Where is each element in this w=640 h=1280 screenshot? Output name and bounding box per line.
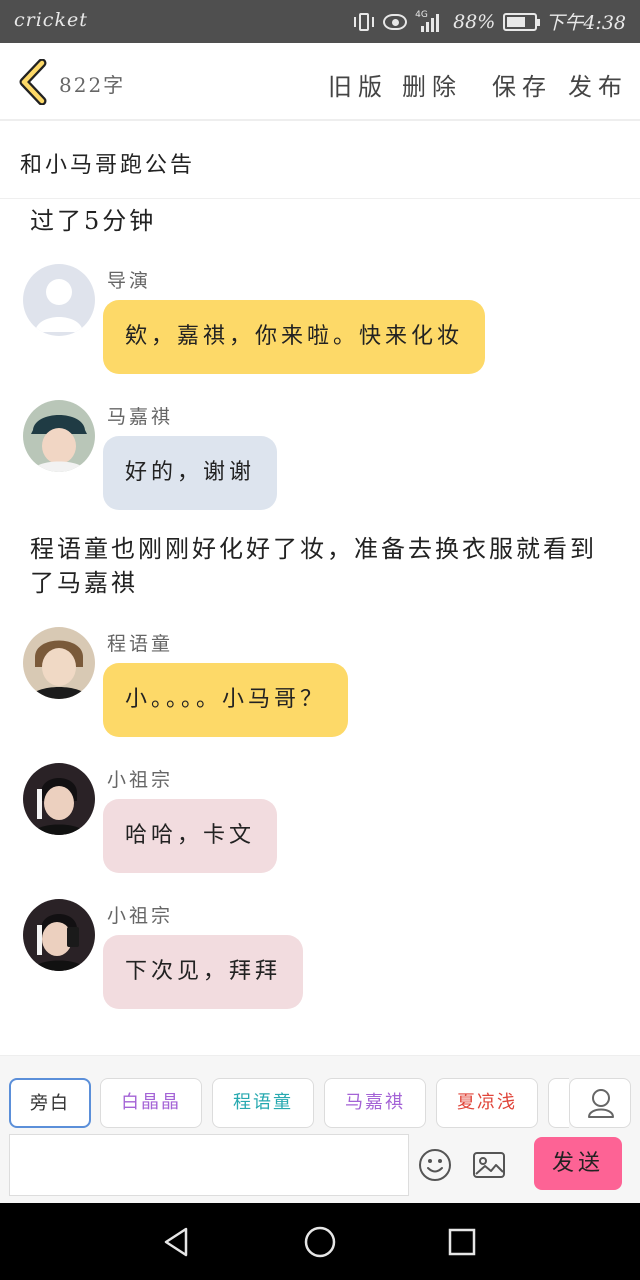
narration-text: 程语童也刚刚好化好了妆，准备去换衣服就看到了马嘉祺	[30, 535, 597, 597]
recents-square-icon[interactable]	[445, 1225, 479, 1259]
back-chevron-icon[interactable]	[16, 59, 50, 105]
back-triangle-icon[interactable]	[160, 1225, 194, 1259]
avatar-default	[23, 264, 95, 336]
story-title: 和小马哥跑公告	[20, 153, 196, 178]
story-title-field[interactable]: 和小马哥跑公告	[0, 123, 640, 199]
system-nav-bar	[0, 1203, 640, 1280]
speaker-name: 马嘉祺	[107, 406, 174, 428]
character-chip[interactable]: 程语童	[212, 1078, 314, 1128]
emoji-icon[interactable]	[418, 1148, 452, 1182]
avatar-photo	[23, 400, 95, 472]
message-bubble: 哈哈，卡文	[103, 799, 278, 873]
save-button[interactable]: 保存	[492, 67, 552, 102]
word-count: 822字	[59, 73, 126, 97]
delete-button[interactable]: 删除	[402, 67, 462, 102]
character-chip[interactable]: 白晶晶	[100, 1078, 202, 1128]
character-selector[interactable]: 旁白 白晶晶 程语童 马嘉祺 夏凉浅	[9, 1078, 569, 1130]
speaker-name: 程语童	[107, 633, 174, 655]
old-version-button[interactable]: 旧版	[328, 67, 388, 102]
speaker-name: 导演	[107, 270, 152, 292]
message-bubble: 小。。。。小马哥？	[103, 663, 349, 737]
publish-button[interactable]: 发布	[568, 67, 628, 102]
character-chip[interactable]: 马嘉祺	[324, 1078, 426, 1128]
send-button[interactable]: 发送	[534, 1137, 622, 1190]
message-bubble: 欸，嘉祺，你来啦。快来化妆	[103, 300, 486, 374]
story-content[interactable]: 过了5分钟 导演 欸，嘉祺，你来啦。快来化妆 马嘉祺 好的，谢谢 程语童也刚刚好…	[0, 200, 640, 1055]
editor-toolbar: 822字 旧版 删除 保存 发布	[0, 43, 640, 121]
speaker-name: 小祖宗	[107, 769, 174, 791]
speaker-name: 小祖宗	[107, 905, 174, 927]
character-chip-partial[interactable]	[548, 1078, 569, 1128]
vibrate-icon	[353, 12, 375, 32]
person-icon	[588, 1089, 614, 1118]
character-chip[interactable]: 夏凉浅	[436, 1078, 538, 1128]
avatar-photo	[23, 763, 95, 835]
home-circle-icon[interactable]	[303, 1225, 337, 1259]
narration-text: 过了5分钟	[30, 207, 157, 235]
signal-icon: 4G	[415, 10, 445, 32]
message-input[interactable]	[9, 1134, 409, 1196]
eye-comfort-icon	[383, 13, 408, 30]
character-chip-narrator[interactable]: 旁白	[9, 1078, 91, 1128]
avatar-photo	[23, 627, 95, 699]
message-bubble: 下次见，拜拜	[103, 935, 304, 1009]
battery-percent: 88%	[453, 10, 496, 33]
status-bar: cricket 4G 88% 下午4:38	[0, 0, 640, 43]
battery-icon	[503, 12, 541, 31]
avatar-photo	[23, 899, 95, 971]
composer-panel: 旁白 白晶晶 程语童 马嘉祺 夏凉浅 发送	[0, 1055, 640, 1203]
image-icon[interactable]	[472, 1148, 506, 1182]
character-manager-button[interactable]	[569, 1078, 631, 1128]
carrier-name: cricket	[14, 9, 88, 31]
status-icons: 4G 88% 下午4:38	[353, 8, 626, 35]
message-bubble: 好的，谢谢	[103, 436, 278, 510]
clock: 下午4:38	[545, 12, 626, 34]
